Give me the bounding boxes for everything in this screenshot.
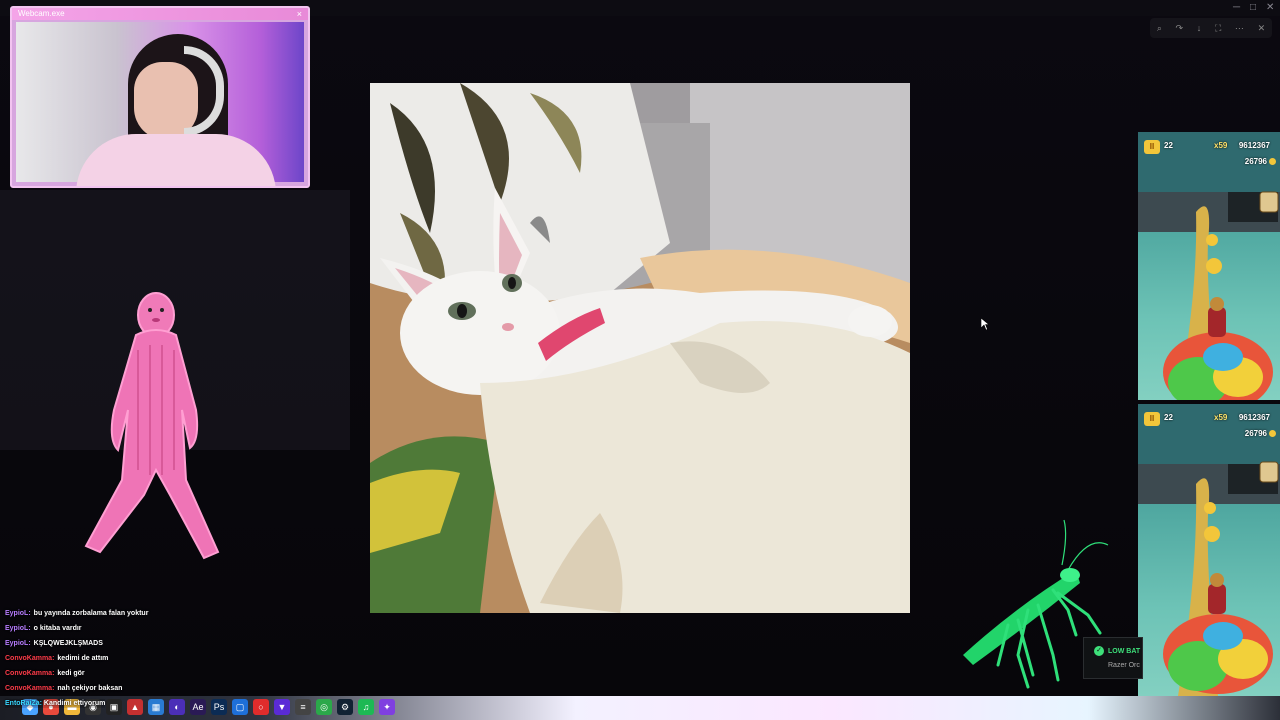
record-icon[interactable]: ○ bbox=[253, 699, 269, 715]
more-icon[interactable]: ⋯ bbox=[1235, 23, 1244, 34]
ps-icon[interactable]: Ps bbox=[211, 699, 227, 715]
coin-icon bbox=[1204, 526, 1220, 542]
coin-icon bbox=[1206, 234, 1218, 246]
coin-icon bbox=[1269, 430, 1276, 438]
cat-photo-illustration bbox=[370, 83, 910, 613]
app-icon-6[interactable]: ▼ bbox=[274, 699, 290, 715]
close-icon[interactable]: ✕ bbox=[1258, 23, 1266, 34]
score-multiplier: x59 bbox=[1214, 141, 1228, 150]
pause-button[interactable]: II bbox=[1144, 140, 1160, 154]
check-icon: ✓ bbox=[1094, 646, 1104, 656]
chat-message: ConvoKamma: kedimi de attım bbox=[5, 651, 345, 666]
notification-title: LOW BAT bbox=[1108, 648, 1141, 655]
game-hud: II 22 x59 9612367 26796 bbox=[1138, 404, 1280, 444]
minimize-button[interactable]: ─ bbox=[1233, 2, 1240, 13]
chat-message: EypioL: bu yayında zorbalama falan yoktur bbox=[5, 606, 345, 621]
game-scene bbox=[1138, 404, 1280, 696]
chat-message-partial: EntoRaiZa: Kandimi ettiyorum bbox=[5, 699, 106, 708]
coin-icon bbox=[1204, 502, 1216, 514]
chat-text: kedi gör bbox=[57, 670, 85, 677]
coin-icon bbox=[1206, 258, 1222, 274]
maximize-button[interactable]: □ bbox=[1250, 2, 1256, 13]
low-battery-notification[interactable]: ✓ LOW BAT Razer Orc bbox=[1083, 637, 1143, 679]
game-score: 9612367 bbox=[1238, 413, 1270, 422]
app-icon-5[interactable]: ▢ bbox=[232, 699, 248, 715]
coin-count-value: 26796 bbox=[1244, 157, 1267, 166]
chat-message: ConvoKamma: kedi gör bbox=[5, 666, 345, 681]
app-icon-9[interactable]: ✦ bbox=[379, 699, 395, 715]
image-viewer-toolbar: ⌕ ↷ ↓ ⛶ ⋯ ✕ bbox=[1150, 18, 1272, 38]
keys-count: 22 bbox=[1164, 141, 1173, 150]
coin-count: 26796 bbox=[1245, 429, 1276, 438]
close-window-button[interactable]: ✕ bbox=[1266, 2, 1274, 13]
chat-username: ConvoKamma: bbox=[5, 655, 55, 662]
pink-dancer-character bbox=[84, 292, 220, 560]
app-icon-4[interactable]: ◐ bbox=[169, 699, 185, 715]
chat-username: EypioL: bbox=[5, 640, 31, 647]
zoom-icon[interactable]: ⌕ bbox=[1157, 23, 1162, 34]
cat-photo bbox=[370, 83, 910, 613]
chat-username: EypioL: bbox=[5, 610, 31, 617]
chat-message: EypioL: o kitaba vardır bbox=[5, 621, 345, 636]
webcam-title: Webcam.exe bbox=[18, 9, 65, 18]
keys-count: 22 bbox=[1164, 413, 1173, 422]
chat-message: EypioL: KŞLQWEJKLŞMADS bbox=[5, 636, 345, 651]
chat-text: kedimi de attım bbox=[57, 655, 109, 662]
steam-icon[interactable]: ⚙ bbox=[337, 699, 353, 715]
runner-character bbox=[1208, 307, 1226, 337]
runner-character bbox=[1208, 584, 1226, 614]
game-score: 9612367 bbox=[1238, 141, 1270, 150]
pause-button[interactable]: II bbox=[1144, 412, 1160, 426]
app-icon-1[interactable]: ▣ bbox=[106, 699, 122, 715]
webcam-close-icon: × bbox=[296, 9, 302, 19]
chat-text: bu yayında zorbalama falan yoktur bbox=[33, 610, 149, 617]
chat-username: EntoRaiZa: bbox=[5, 700, 42, 707]
chat-overlay: EypioL: bu yayında zorbalama falan yoktur… bbox=[5, 606, 345, 696]
app-icon-2[interactable]: ▲ bbox=[127, 699, 143, 715]
ae-icon[interactable]: Ae bbox=[190, 699, 206, 715]
score-multiplier: x59 bbox=[1214, 413, 1228, 422]
chat-text: KŞLQWEJKLŞMADS bbox=[33, 640, 103, 647]
app-icon-7[interactable]: ≡ bbox=[295, 699, 311, 715]
download-icon[interactable]: ↓ bbox=[1197, 23, 1202, 33]
chat-message: ConvoKamma: nah çekiyor baksan bbox=[5, 681, 345, 696]
chat-username: EypioL: bbox=[5, 625, 31, 632]
notification-subtitle: Razer Orc bbox=[1108, 662, 1140, 669]
chat-text: o kitaba vardır bbox=[33, 625, 82, 632]
chat-text: Kandimi ettiyorum bbox=[43, 700, 106, 707]
mouse-cursor-icon bbox=[981, 318, 989, 330]
chat-text: nah çekiyor baksan bbox=[57, 685, 123, 692]
fullscreen-icon[interactable]: ⛶ bbox=[1215, 23, 1221, 34]
streamer-body bbox=[76, 134, 276, 186]
subway-game-panel-top: II 22 x59 9612367 26796 bbox=[1138, 132, 1280, 400]
game-hud: II 22 x59 9612367 26796 bbox=[1138, 132, 1280, 172]
coin-icon bbox=[1269, 158, 1276, 166]
webcam-overlay: Webcam.exe × bbox=[10, 6, 310, 188]
app-icon-8[interactable]: ◎ bbox=[316, 699, 332, 715]
game-scene bbox=[1138, 132, 1280, 400]
webcam-feed bbox=[16, 22, 304, 186]
webcam-titlebar: Webcam.exe × bbox=[12, 8, 308, 20]
coin-count: 26796 bbox=[1245, 157, 1276, 166]
taskbar: ◆ ● ▬ ◉ ▣ ▲ ▦ ◐ Ae Ps ▢ ○ ▼ ≡ ◎ ⚙ ♫ ✦ EntoRaiZa: Kandimi … bbox=[0, 696, 1280, 720]
app-icon-3[interactable]: ▦ bbox=[148, 699, 164, 715]
chat-username: ConvoKamma: bbox=[5, 670, 55, 677]
coin-count-value: 26796 bbox=[1244, 429, 1267, 438]
chat-username: ConvoKamma: bbox=[5, 685, 55, 692]
rotate-icon[interactable]: ↷ bbox=[1176, 23, 1184, 34]
subway-game-panel-bottom: II 22 x59 9612367 26796 bbox=[1138, 404, 1280, 696]
spotify-icon[interactable]: ♫ bbox=[358, 699, 374, 715]
